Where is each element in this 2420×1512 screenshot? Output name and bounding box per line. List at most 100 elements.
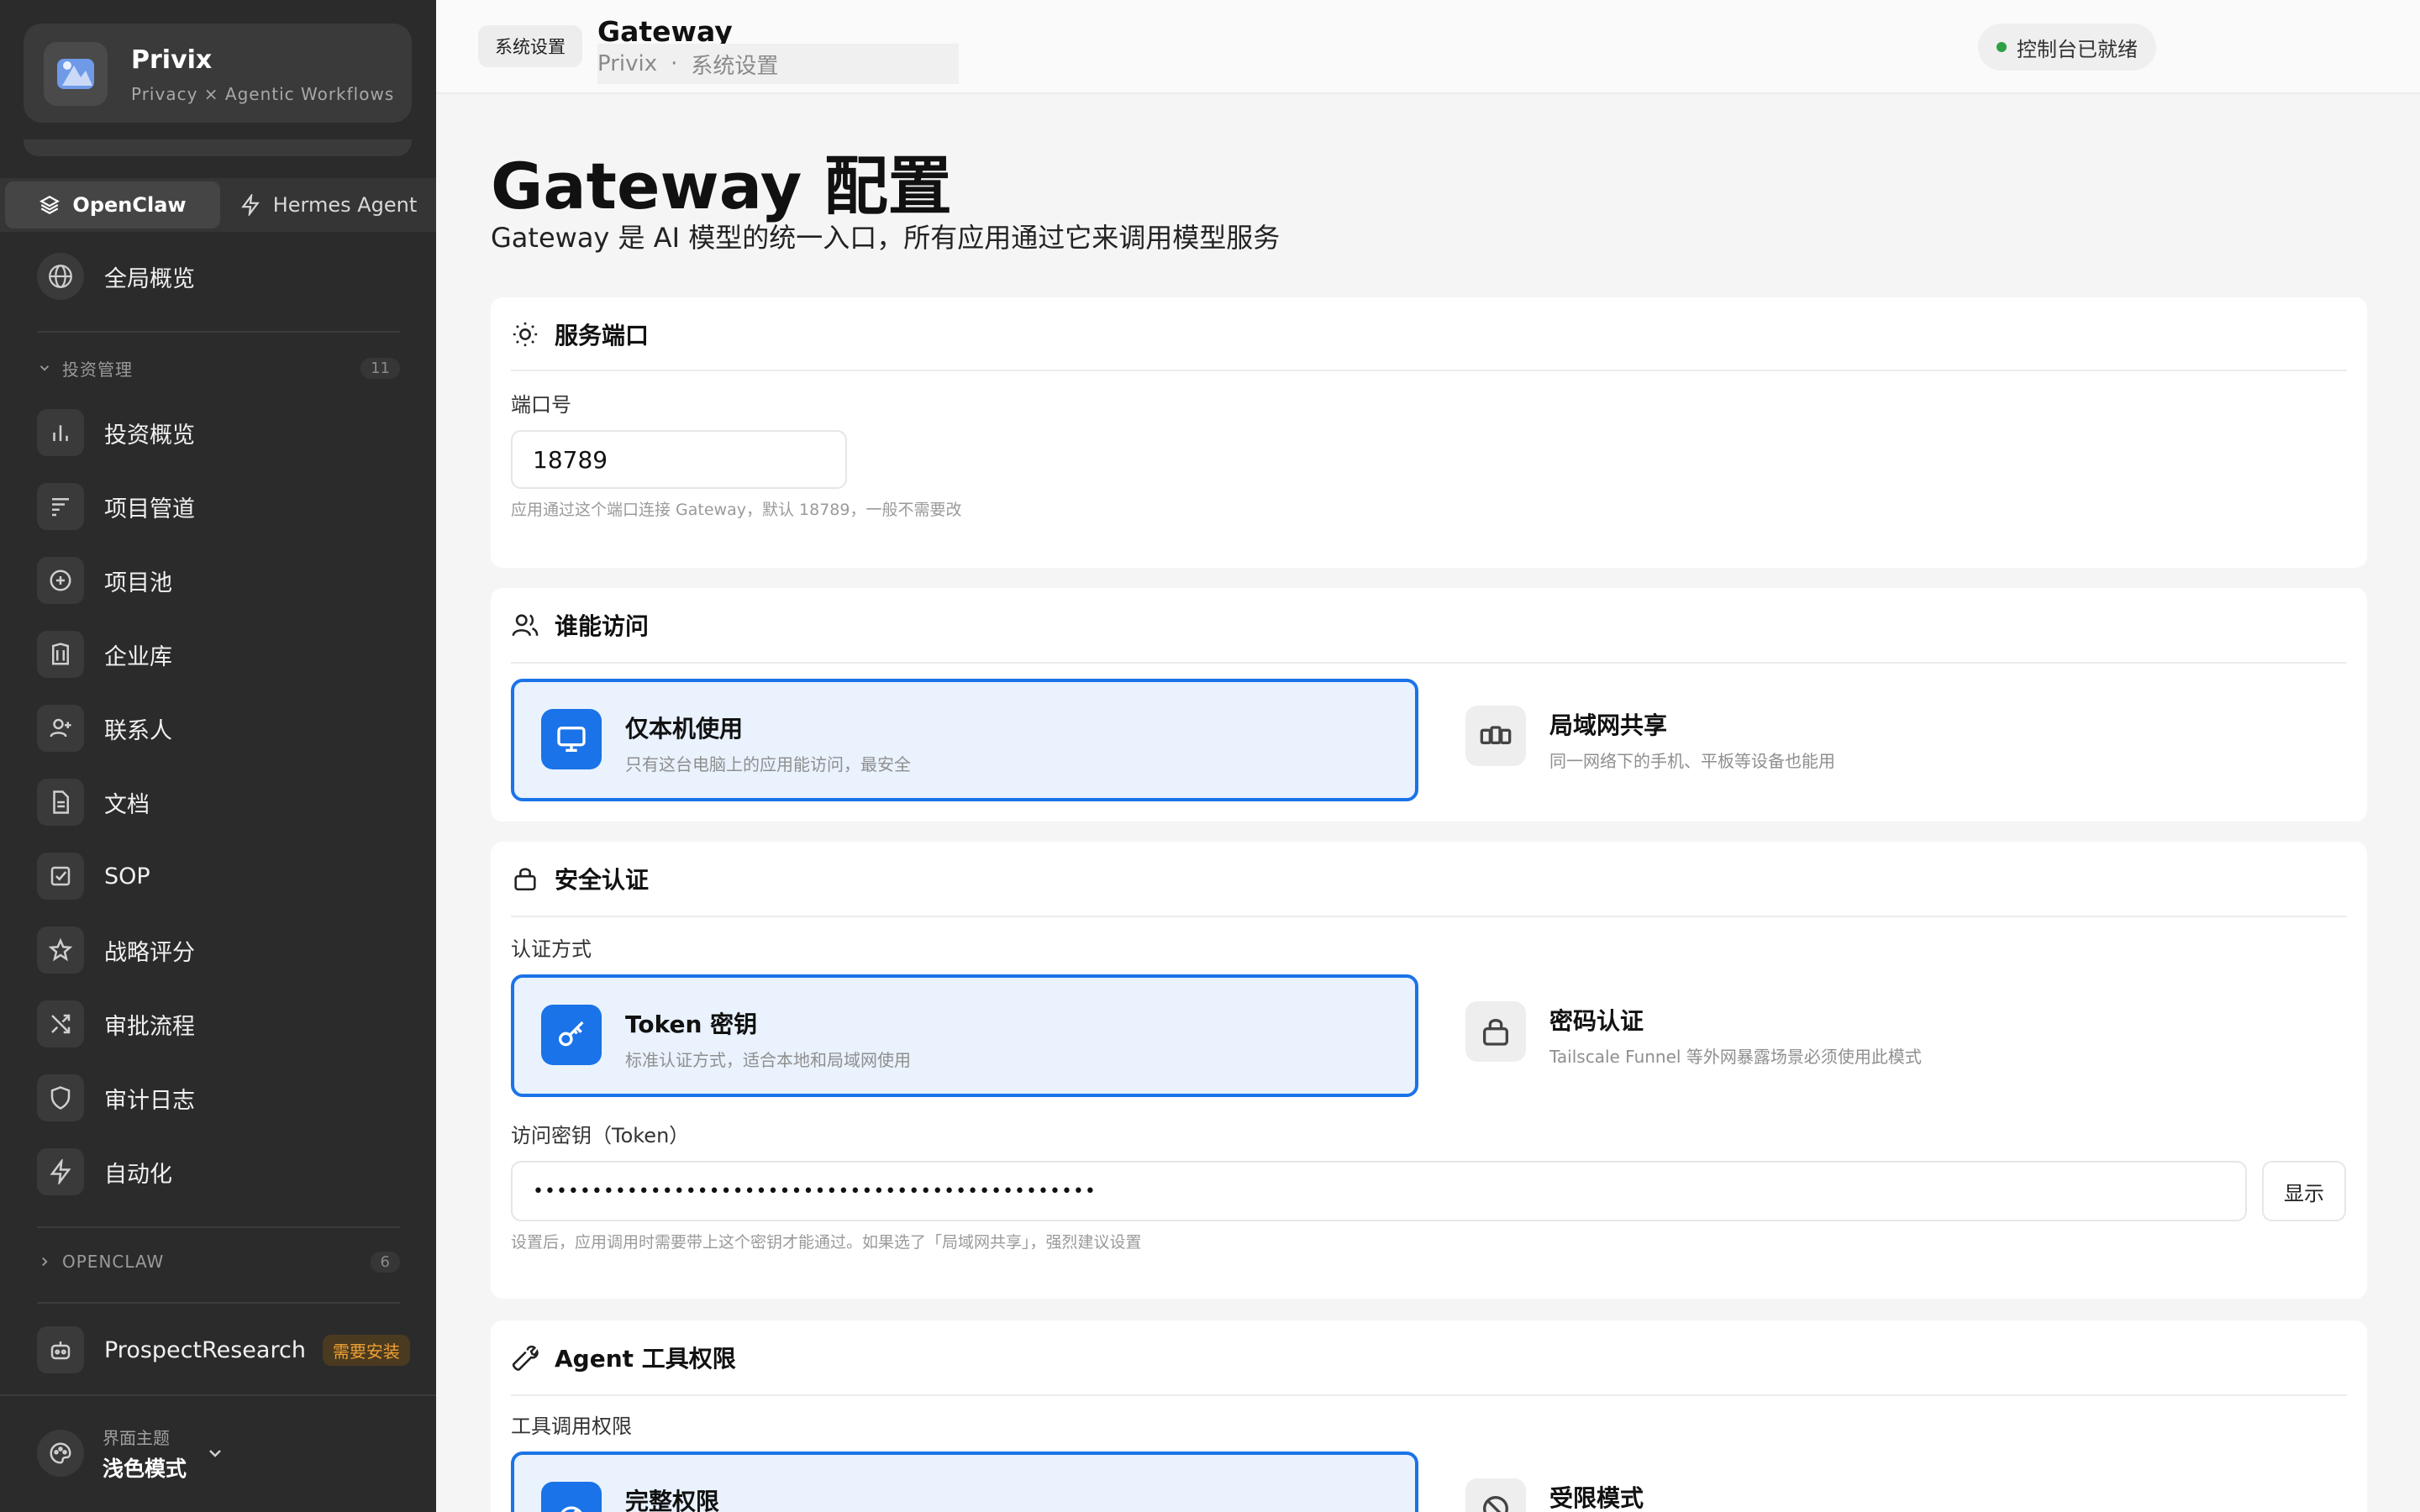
network-icon bbox=[1465, 706, 1526, 766]
sidebar-item-label: 文档 bbox=[104, 791, 150, 818]
divider bbox=[0, 1394, 436, 1396]
option-restricted-mode[interactable]: 受限模式 bbox=[1439, 1452, 2346, 1512]
sidebar-item-automation[interactable]: 自动化 bbox=[37, 1144, 172, 1200]
option-desc: 标准认证方式，适合本地和局域网使用 bbox=[625, 1050, 911, 1070]
chevron-right-icon bbox=[42, 1257, 48, 1267]
agent-switcher: OpenClaw Hermes Agent bbox=[0, 178, 436, 232]
option-full-permission[interactable]: 完整权限 bbox=[511, 1452, 1418, 1512]
tab-openclaw[interactable]: OpenClaw bbox=[5, 181, 220, 228]
sidebar: Privix Privacy × Agentic Workflows OpenC… bbox=[0, 0, 436, 1512]
theme-switcher[interactable]: 界面主题 浅色模式 bbox=[37, 1421, 225, 1485]
user-plus-icon bbox=[37, 705, 84, 752]
sidebar-item-pipeline[interactable]: 项目管道 bbox=[37, 479, 195, 534]
sidebar-item-label: 审批流程 bbox=[104, 1013, 195, 1040]
bar-chart-icon bbox=[37, 409, 84, 456]
install-required-badge: 需要安装 bbox=[322, 1334, 410, 1366]
card-header: 安全认证 bbox=[511, 862, 649, 895]
top-header: 系统设置 Gateway Privix · 系统设置 控制台已就绪 bbox=[436, 0, 2420, 94]
brand-strip bbox=[24, 139, 412, 156]
sun-icon bbox=[513, 322, 538, 347]
key-icon bbox=[541, 1005, 602, 1065]
option-token-auth[interactable]: Token 密钥 标准认证方式，适合本地和局域网使用 bbox=[511, 974, 1418, 1097]
option-desc: 只有这台电脑上的应用能访问，最安全 bbox=[625, 754, 911, 774]
sidebar-item-strategy-score[interactable]: 战略评分 bbox=[37, 922, 195, 978]
users-icon bbox=[512, 614, 539, 637]
token-input[interactable]: ••••••••••••••••••••••••••••••••••••••••… bbox=[511, 1161, 2247, 1221]
palette-icon bbox=[37, 1430, 84, 1477]
sidebar-item-contacts[interactable]: 联系人 bbox=[37, 701, 172, 756]
option-local-only[interactable]: 仅本机使用 只有这台电脑上的应用能访问，最安全 bbox=[511, 679, 1418, 801]
sidebar-item-sop[interactable]: SOP bbox=[37, 848, 150, 904]
token-label: 访问密钥（Token） bbox=[511, 1124, 690, 1147]
page-description: Gateway 是 AI 模型的统一入口，所有应用通过它来调用模型服务 bbox=[491, 222, 1281, 254]
sidebar-item-label: 战略评分 bbox=[104, 939, 195, 966]
show-token-button[interactable]: 显示 bbox=[2262, 1161, 2346, 1221]
plus-circle-icon bbox=[37, 557, 84, 604]
option-title: 局域网共享 bbox=[1549, 711, 1668, 739]
robot-icon bbox=[37, 1326, 84, 1373]
sidebar-item-prospect-research[interactable]: ProspectResearch 需要安装 bbox=[37, 1322, 410, 1378]
bolt-icon bbox=[240, 194, 260, 216]
divider bbox=[511, 370, 2347, 371]
option-password-auth[interactable]: 密码认证 Tailscale Funnel 等外网暴露场景必须使用此模式 bbox=[1439, 974, 2346, 1097]
group-openclaw-header[interactable]: OPENCLAW 6 bbox=[37, 1245, 400, 1278]
sidebar-item-audit-log[interactable]: 审计日志 bbox=[37, 1070, 195, 1126]
sidebar-item-approval[interactable]: 审批流程 bbox=[37, 996, 195, 1052]
option-desc: 同一网络下的手机、平板等设备也能用 bbox=[1549, 751, 1835, 771]
star-icon bbox=[37, 927, 84, 974]
group-invest-header[interactable]: 投资管理 11 bbox=[37, 351, 400, 385]
breadcrumb-root[interactable]: Privix bbox=[597, 51, 657, 76]
checkbox-icon bbox=[37, 853, 84, 900]
brand-card[interactable]: Privix Privacy × Agentic Workflows bbox=[24, 24, 412, 123]
chevron-down-icon bbox=[39, 365, 50, 371]
sidebar-item-label: ProspectResearch bbox=[104, 1336, 306, 1363]
sidebar-item-companies[interactable]: 企业库 bbox=[37, 627, 172, 682]
brand-name: Privix bbox=[131, 45, 213, 75]
divider bbox=[37, 1302, 400, 1304]
divider bbox=[37, 331, 400, 333]
status-text: 控制台已就绪 bbox=[2017, 37, 2138, 61]
document-icon bbox=[37, 779, 84, 826]
sidebar-item-overview[interactable]: 全局概览 bbox=[37, 249, 195, 304]
theme-label: 界面主题 bbox=[103, 1427, 170, 1448]
option-title: 受限模式 bbox=[1549, 1484, 1644, 1512]
option-title: 密码认证 bbox=[1549, 1007, 1644, 1035]
gauge-icon bbox=[541, 1482, 602, 1512]
group-invest-label: 投资管理 bbox=[62, 359, 133, 380]
port-input[interactable]: 18789 bbox=[511, 430, 847, 489]
pipeline-icon bbox=[37, 483, 84, 530]
option-title: Token 密钥 bbox=[625, 1011, 758, 1038]
access-card: 谁能访问 仅本机使用 只有这台电脑上的应用能访问，最安全 局域网共享 同一网络下… bbox=[491, 588, 2367, 822]
brand-subtitle: Privacy × Agentic Workflows bbox=[131, 84, 395, 104]
divider bbox=[511, 662, 2347, 664]
tab-hermes-agent[interactable]: Hermes Agent bbox=[220, 178, 436, 232]
card-header: 谁能访问 bbox=[511, 608, 649, 642]
bolt-icon bbox=[37, 1148, 84, 1195]
option-lan-share[interactable]: 局域网共享 同一网络下的手机、平板等设备也能用 bbox=[1439, 679, 2346, 801]
token-hint: 设置后，应用调用时需要带上这个密钥才能通过。如果选了「局域网共享」，强烈建议设置 bbox=[511, 1233, 1142, 1252]
divider bbox=[511, 1394, 2347, 1396]
sidebar-item-label: 企业库 bbox=[104, 643, 172, 670]
layers-icon bbox=[39, 196, 60, 214]
divider bbox=[511, 916, 2347, 917]
sidebar-item-documents[interactable]: 文档 bbox=[37, 774, 150, 830]
sidebar-item-label: 联系人 bbox=[104, 717, 172, 744]
tab-openclaw-label: OpenClaw bbox=[72, 193, 187, 217]
breadcrumb-current[interactable]: 系统设置 bbox=[691, 49, 778, 80]
sidebar-item-invest-overview[interactable]: 投资概览 bbox=[37, 405, 195, 460]
sidebar-item-project-pool[interactable]: 项目池 bbox=[37, 553, 172, 608]
page-title: Gateway 配置 bbox=[491, 149, 952, 223]
privix-logo-icon bbox=[44, 42, 108, 106]
globe-icon bbox=[37, 253, 84, 300]
agent-tools-card: Agent 工具权限 工具调用权限 完整权限 受限模式 bbox=[491, 1320, 2367, 1512]
wrench-icon bbox=[512, 1345, 539, 1371]
shuffle-icon bbox=[37, 1000, 84, 1047]
auth-method-label: 认证方式 bbox=[511, 937, 592, 961]
option-title: 仅本机使用 bbox=[625, 715, 744, 743]
sidebar-item-label: 项目池 bbox=[104, 570, 172, 596]
tab-hermes-label: Hermes Agent bbox=[272, 193, 418, 217]
card-title: 谁能访问 bbox=[555, 612, 650, 640]
section-pill[interactable]: 系统设置 bbox=[478, 25, 582, 67]
group-openclaw-count: 6 bbox=[370, 1251, 400, 1273]
sidebar-item-label: 全局概览 bbox=[104, 265, 195, 292]
